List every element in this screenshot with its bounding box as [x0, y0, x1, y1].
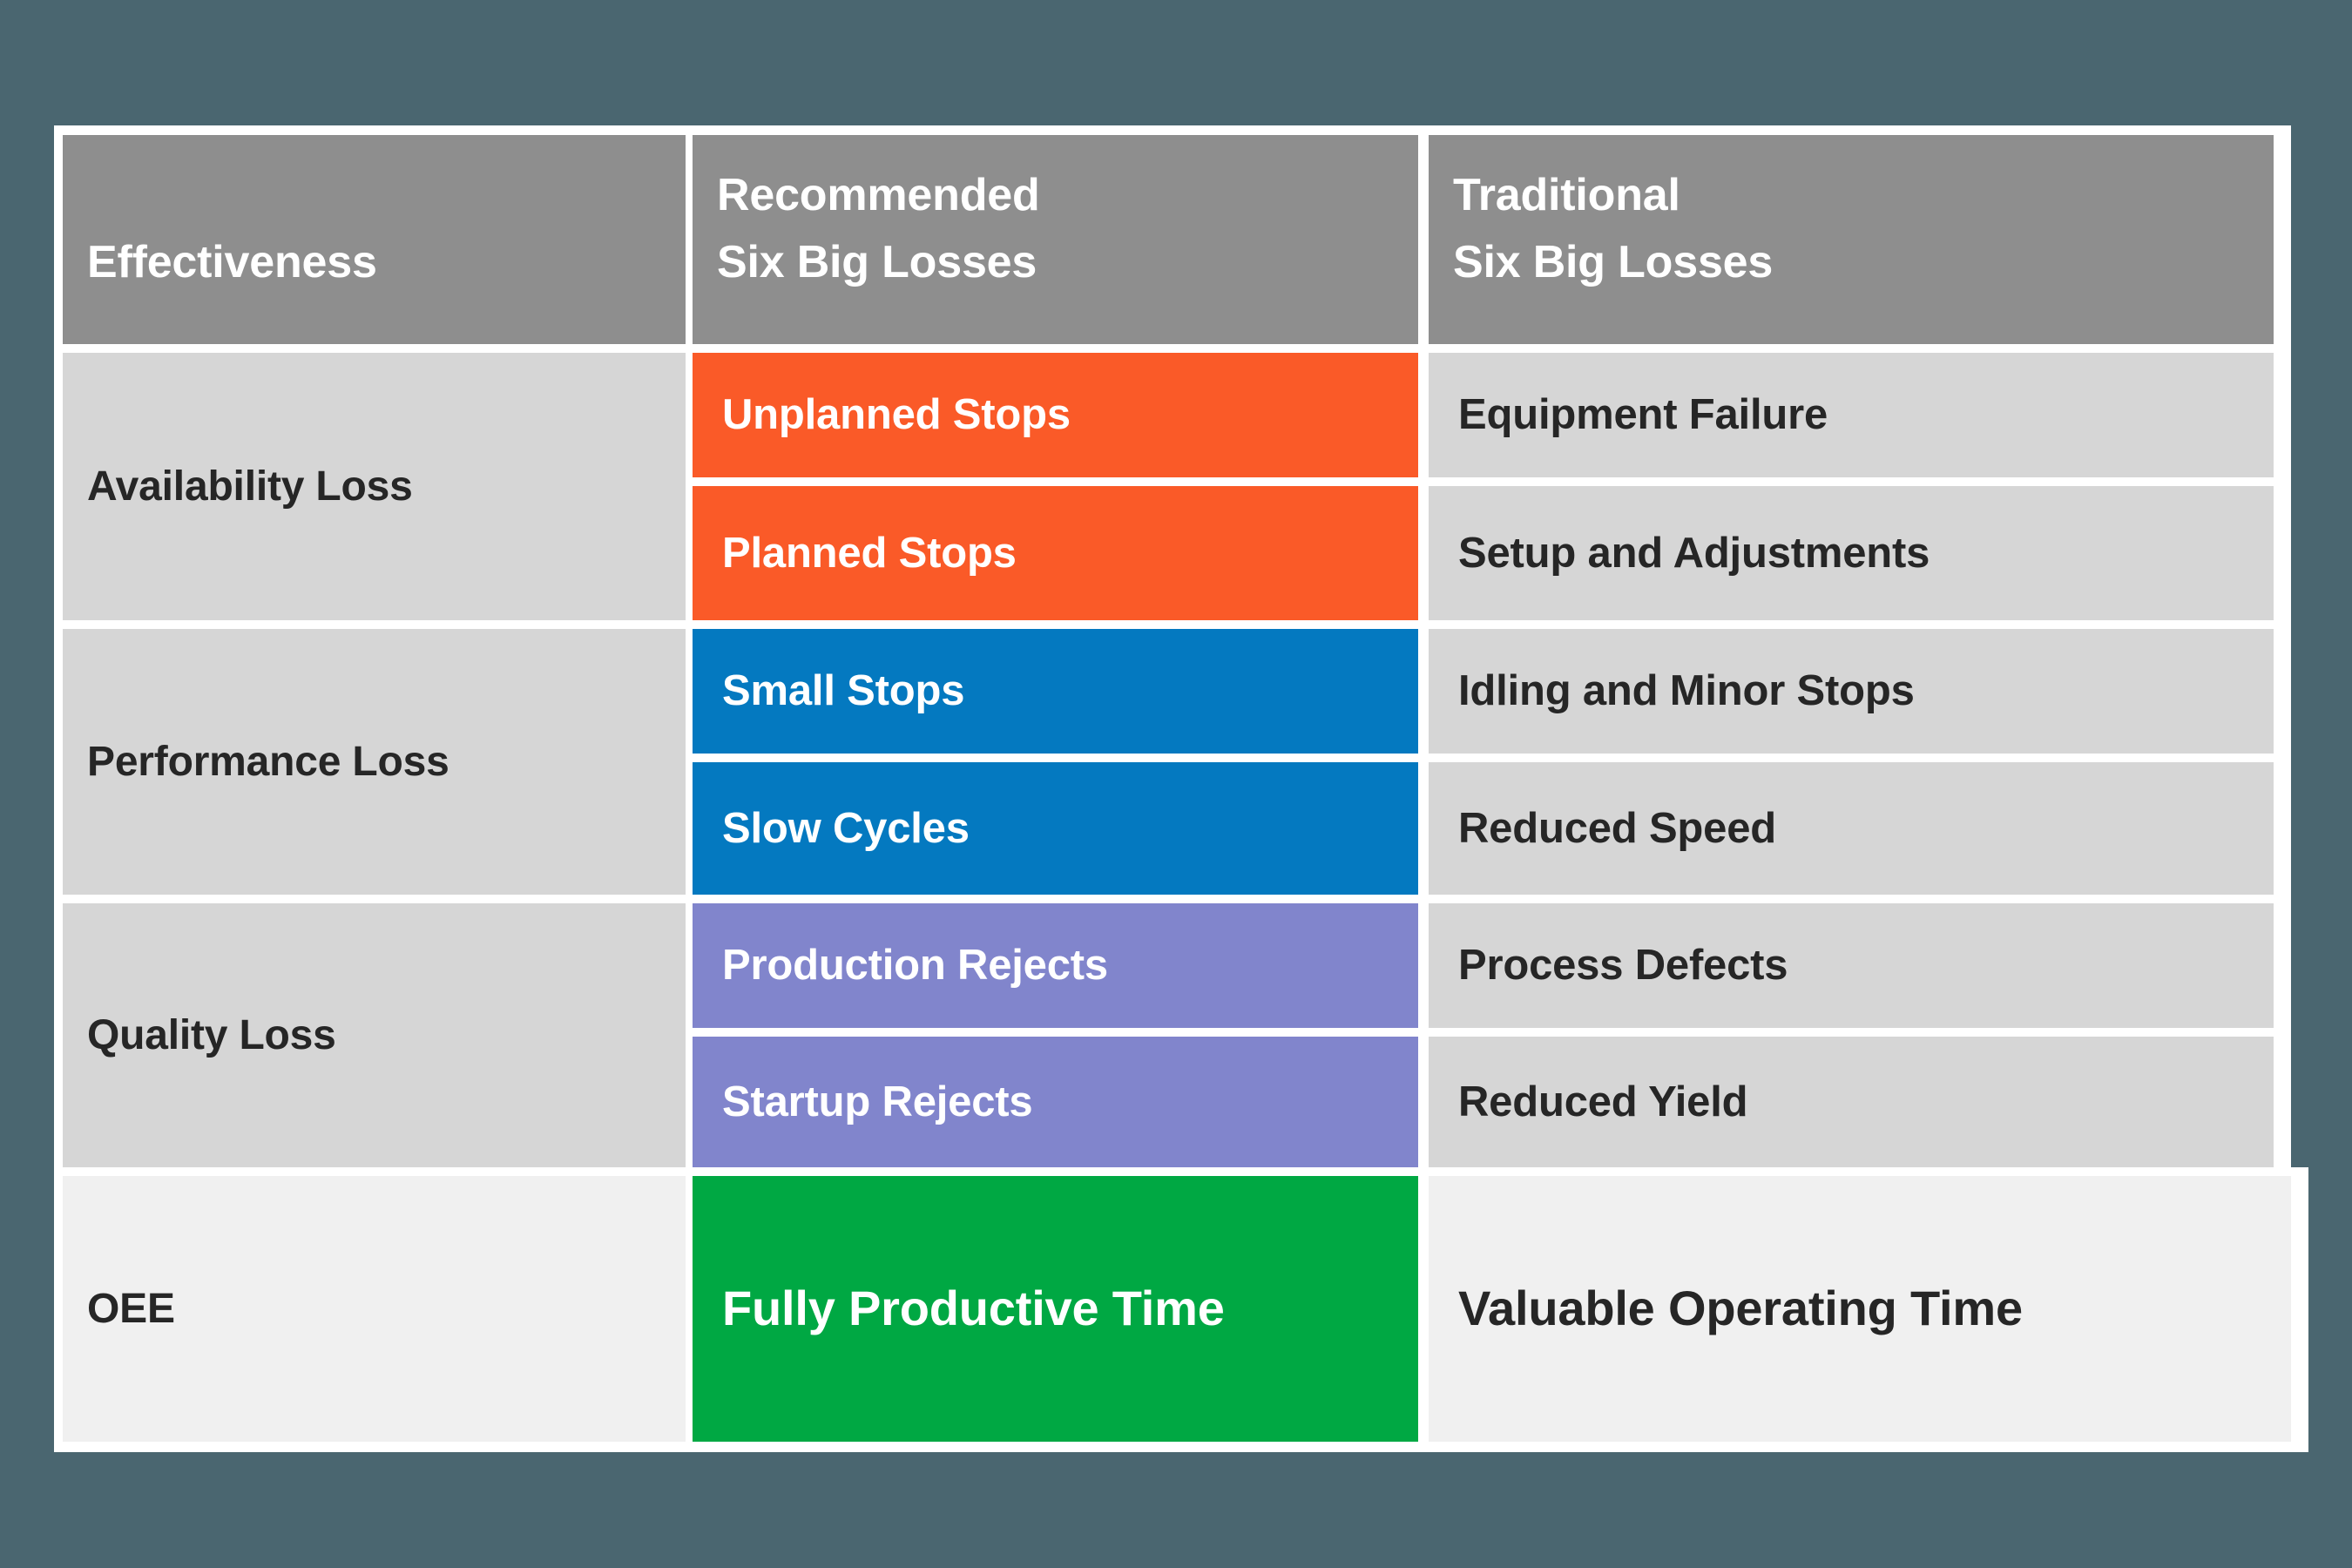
header-cell-recommended-six-big-losses-line2: Six Big Losses — [693, 135, 1418, 344]
traditional-label-reduced-yield: Reduced Yield — [1458, 1078, 1748, 1125]
group-cell-oee: OEE — [63, 1176, 686, 1442]
traditional-cell-valuable-operating-time: Valuable Operating Time — [1429, 1176, 2291, 1442]
group-cell-quality-loss: Quality Loss — [63, 903, 686, 1167]
group-cell-availability-loss: Availability Loss — [63, 353, 686, 620]
group-label-quality-loss: Quality Loss — [87, 1011, 336, 1058]
traditional-label-process-defects: Process Defects — [1458, 942, 1788, 990]
header-cell-traditional-six-big-losses-line2: Six Big Losses — [1429, 135, 2274, 344]
recommended-label-fully-productive-time: Fully Productive Time — [722, 1281, 1225, 1336]
group-cell-performance-loss: Performance Loss — [63, 629, 686, 895]
traditional-cell-process-defects: Process Defects — [1429, 903, 2274, 1028]
recommended-cell-startup-rejects: Startup Rejects — [693, 1037, 1418, 1167]
header-col1-line2: Effectiveness — [87, 237, 377, 287]
recommended-label-small-stops: Small Stops — [722, 667, 965, 715]
recommended-label-slow-cycles: Slow Cycles — [722, 804, 970, 852]
group-label-availability-loss: Availability Loss — [87, 463, 413, 510]
recommended-cell-planned-stops: Planned Stops — [693, 486, 1418, 620]
traditional-label-idling-and-minor-stops: Idling and Minor Stops — [1458, 667, 1915, 715]
traditional-cell-reduced-speed: Reduced Speed — [1429, 762, 2274, 895]
header-col2-line2: Six Big Losses — [717, 237, 1037, 287]
header-cell-overall-equipment-effectiveness-line2: Effectiveness — [63, 135, 686, 344]
traditional-cell-reduced-yield: Reduced Yield — [1429, 1037, 2274, 1167]
header-col3-line2: Six Big Losses — [1453, 237, 1774, 287]
recommended-cell-production-rejects: Production Rejects — [693, 903, 1418, 1028]
traditional-label-valuable-operating-time: Valuable Operating Time — [1458, 1281, 2023, 1336]
recommended-label-planned-stops: Planned Stops — [722, 529, 1017, 577]
traditional-label-equipment-failure: Equipment Failure — [1458, 391, 1828, 439]
traditional-label-reduced-speed: Reduced Speed — [1458, 804, 1776, 852]
group-label-performance-loss: Performance Loss — [87, 738, 449, 785]
traditional-cell-idling-and-minor-stops: Idling and Minor Stops — [1429, 629, 2274, 754]
recommended-cell-small-stops: Small Stops — [693, 629, 1418, 754]
recommended-label-unplanned-stops: Unplanned Stops — [722, 391, 1071, 439]
recommended-label-production-rejects: Production Rejects — [722, 942, 1108, 990]
traditional-cell-equipment-failure: Equipment Failure — [1429, 353, 2274, 477]
traditional-cell-setup-and-adjustments: Setup and Adjustments — [1429, 486, 2274, 620]
recommended-cell-unplanned-stops: Unplanned Stops — [693, 353, 1418, 477]
recommended-label-startup-rejects: Startup Rejects — [722, 1078, 1033, 1125]
slide-canvas: Overall Equipment Effectiveness Recommen… — [0, 0, 2352, 1568]
recommended-cell-slow-cycles: Slow Cycles — [693, 762, 1418, 895]
traditional-label-setup-and-adjustments: Setup and Adjustments — [1458, 529, 1930, 577]
recommended-cell-fully-productive-time: Fully Productive Time — [693, 1176, 1418, 1442]
group-label-oee: OEE — [87, 1285, 175, 1332]
